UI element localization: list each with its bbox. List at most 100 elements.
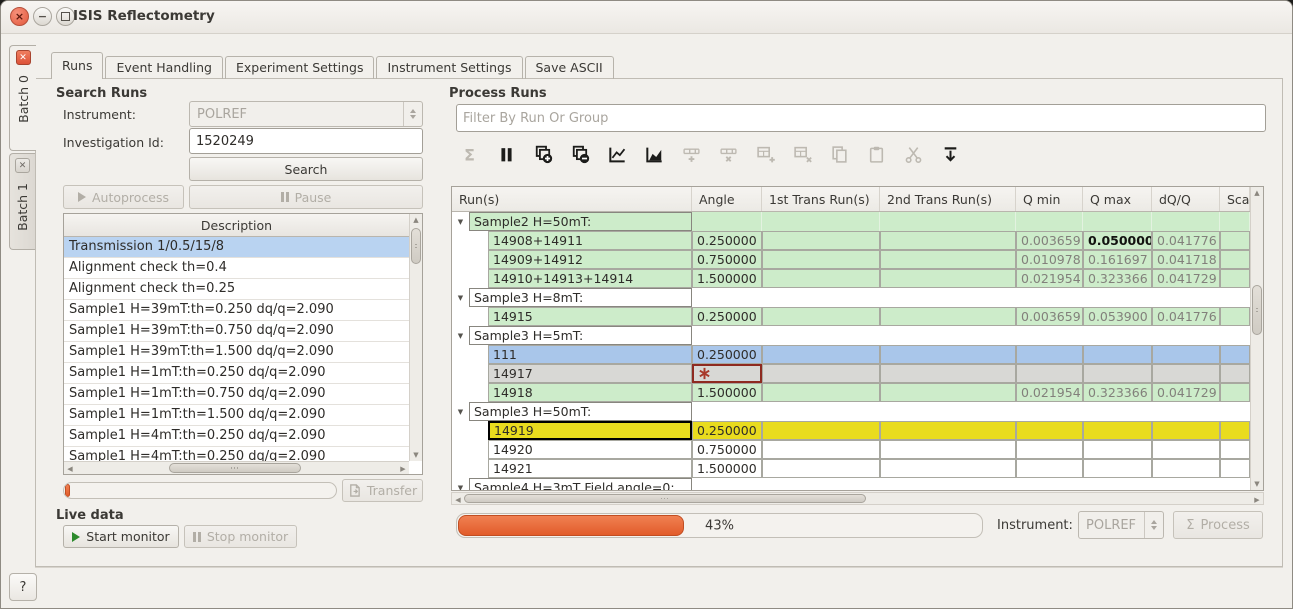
trans2-cell[interactable] [880, 459, 1016, 478]
scrollbar-thumb[interactable] [1252, 285, 1262, 335]
trans1-cell[interactable] [762, 345, 880, 364]
group-cell[interactable] [1220, 212, 1250, 231]
runs-cell[interactable]: 111 [488, 345, 692, 364]
scale-cell[interactable] [1220, 383, 1250, 402]
copy-icon[interactable] [829, 144, 849, 164]
group-cell[interactable] [1016, 478, 1083, 491]
search-result-row[interactable]: Sample1 H=39mT:th=0.750 dq/q=2.090 [64, 321, 409, 342]
qmin-cell[interactable]: 0.021954 [1016, 383, 1083, 402]
collapse-all-groups-icon[interactable] [570, 144, 590, 164]
qmin-cell[interactable] [1016, 421, 1083, 440]
qmin-cell[interactable] [1016, 459, 1083, 478]
angle-cell[interactable]: 0.250000 [692, 307, 762, 326]
group-cell[interactable] [762, 288, 880, 307]
group-cell[interactable] [762, 326, 880, 345]
group-cell[interactable] [692, 288, 762, 307]
help-button[interactable]: ? [9, 573, 37, 601]
search-result-row[interactable]: Sample1 H=39mT:th=1.500 dq/q=2.090 [64, 342, 409, 363]
runs-cell[interactable]: 14920 [488, 440, 692, 459]
scale-cell[interactable] [1220, 269, 1250, 288]
angle-cell[interactable]: 0.250000 [692, 231, 762, 250]
scale-cell[interactable] [1220, 307, 1250, 326]
delete-group-icon[interactable] [792, 144, 812, 164]
trans2-cell[interactable] [880, 440, 1016, 459]
group-row[interactable]: ▼Sample2 H=50mT: [452, 212, 1250, 231]
scrollbar-thumb[interactable] [411, 228, 421, 264]
trans1-cell[interactable] [762, 250, 880, 269]
instrument-combo[interactable]: POLREF [189, 101, 423, 127]
group-cell[interactable] [1083, 212, 1152, 231]
group-name-cell[interactable]: ▼Sample2 H=50mT: [452, 212, 692, 231]
group-cell[interactable] [1152, 402, 1220, 421]
qmax-cell[interactable] [1083, 440, 1152, 459]
collapse-triangle-icon[interactable]: ▼ [452, 326, 469, 345]
batch-tab-1[interactable]: ✕Batch 1 [9, 153, 35, 250]
scale-cell[interactable] [1220, 364, 1250, 383]
runs-cell[interactable]: 14918 [488, 383, 692, 402]
trans1-cell[interactable] [762, 269, 880, 288]
group-cell[interactable] [692, 212, 762, 231]
scrollbar-thumb[interactable] [464, 494, 866, 503]
stop-monitor-button[interactable]: Stop monitor [184, 525, 297, 548]
group-cell[interactable] [1152, 212, 1220, 231]
search-result-row[interactable]: Sample1 H=1mT:th=0.750 dq/q=2.090 [64, 384, 409, 405]
dqq-cell[interactable] [1152, 440, 1220, 459]
group-cell[interactable] [1016, 326, 1083, 345]
runs-cell[interactable]: 14919 [488, 421, 692, 440]
run-row[interactable]: 149190.250000 [452, 421, 1250, 440]
group-cell[interactable] [1083, 402, 1152, 421]
qmax-cell[interactable] [1083, 345, 1152, 364]
run-row[interactable]: 14909+149120.7500000.0109780.1616970.041… [452, 250, 1250, 269]
trans1-cell[interactable] [762, 307, 880, 326]
group-cell[interactable] [880, 212, 1016, 231]
group-name-cell[interactable]: ▼Sample4 H=3mT Field angle=0: [452, 478, 692, 491]
process-button[interactable]: Σ Process [1173, 511, 1263, 539]
scale-cell[interactable] [1220, 440, 1250, 459]
pause-icon[interactable] [496, 144, 516, 164]
trans2-cell[interactable] [880, 307, 1016, 326]
scroll-down-icon[interactable]: ▼ [1251, 480, 1263, 488]
insert-row-icon[interactable] [681, 144, 701, 164]
group-cell[interactable] [692, 478, 762, 491]
run-row[interactable]: 1110.250000 [452, 345, 1250, 364]
trans2-cell[interactable] [880, 421, 1016, 440]
angle-cell[interactable]: 0.750000 [692, 250, 762, 269]
group-cell[interactable] [1016, 402, 1083, 421]
scale-cell[interactable] [1220, 250, 1250, 269]
sigma-process-icon[interactable]: Σ [459, 144, 479, 164]
group-cell[interactable] [1083, 478, 1152, 491]
trans1-cell[interactable] [762, 459, 880, 478]
trans2-cell[interactable] [880, 231, 1016, 250]
angle-cell[interactable]: 0.250000 [692, 421, 762, 440]
dqq-cell[interactable]: 0.041776 [1152, 231, 1220, 250]
collapse-triangle-icon[interactable]: ▼ [452, 212, 469, 231]
tab-event-handling[interactable]: Event Handling [105, 56, 223, 79]
runs-cell[interactable]: 14917 [488, 364, 692, 383]
group-cell[interactable] [692, 326, 762, 345]
tab-instrument-settings[interactable]: Instrument Settings [376, 56, 522, 79]
search-result-row[interactable]: Alignment check th=0.4 [64, 258, 409, 279]
run-row[interactable]: 149211.500000 [452, 459, 1250, 478]
group-cell[interactable] [762, 212, 880, 231]
dqq-cell[interactable] [1152, 459, 1220, 478]
group-cell[interactable] [1016, 288, 1083, 307]
filter-input[interactable]: Filter By Run Or Group [456, 104, 1266, 132]
group-cell[interactable] [1016, 212, 1083, 231]
scroll-down-icon[interactable]: ▼ [410, 451, 422, 459]
group-row[interactable]: ▼Sample4 H=3mT Field angle=0: [452, 478, 1250, 491]
dqq-cell[interactable]: 0.041718 [1152, 250, 1220, 269]
dqq-cell[interactable]: 0.041729 [1152, 269, 1220, 288]
group-cell[interactable] [1152, 288, 1220, 307]
delete-row-icon[interactable] [718, 144, 738, 164]
search-result-row[interactable]: Sample1 H=39mT:th=0.250 dq/q=2.090 [64, 300, 409, 321]
run-row[interactable]: 149181.5000000.0219540.3233660.041729 [452, 383, 1250, 402]
trans2-cell[interactable] [880, 345, 1016, 364]
table-horizontal-scrollbar[interactable]: ◀ ▶ [451, 492, 1264, 505]
paste-icon[interactable] [866, 144, 886, 164]
close-batch-icon[interactable]: ✕ [16, 50, 31, 65]
scale-cell[interactable] [1220, 459, 1250, 478]
trans1-cell[interactable] [762, 421, 880, 440]
fill-down-icon[interactable] [940, 144, 960, 164]
scale-cell[interactable] [1220, 421, 1250, 440]
scroll-up-icon[interactable]: ▲ [1251, 189, 1263, 197]
